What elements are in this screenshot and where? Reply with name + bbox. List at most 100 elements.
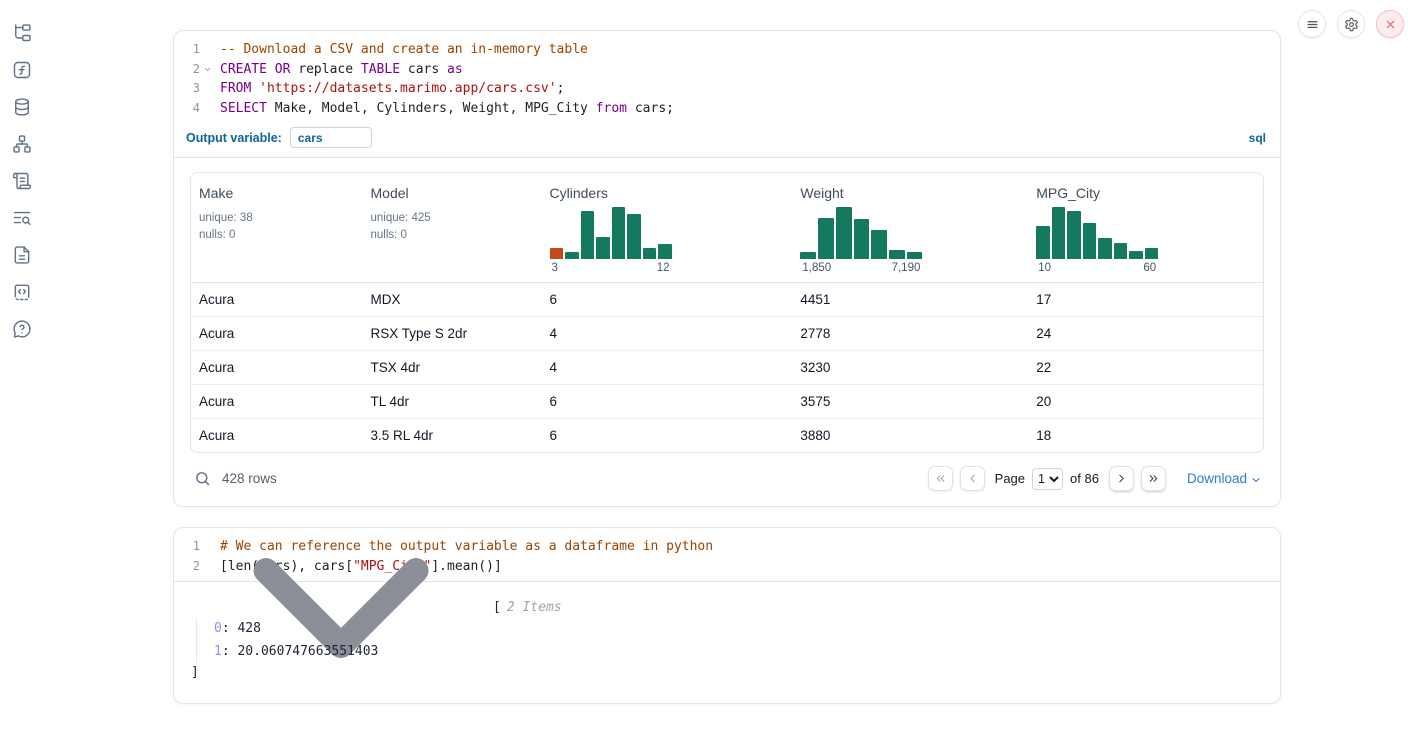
- column-header-model[interactable]: Modelunique: 425nulls: 0: [363, 173, 542, 283]
- column-header-cylinders[interactable]: Cylinders312: [542, 173, 793, 283]
- table-cell: 18: [1028, 419, 1263, 453]
- sidebar-documentation-button[interactable]: [12, 245, 32, 265]
- text-search-icon: [12, 208, 32, 228]
- sidebar-tracebacks-button[interactable]: [12, 208, 32, 228]
- search-icon[interactable]: [194, 470, 211, 487]
- column-stats: unique: 425nulls: 0: [371, 210, 534, 243]
- histogram-bar[interactable]: [581, 211, 595, 259]
- result-table-header: Makeunique: 38nulls: 0Modelunique: 425nu…: [191, 173, 1263, 283]
- histogram-bar[interactable]: [889, 250, 905, 259]
- table-row[interactable]: AcuraRSX Type S 2dr4277824: [191, 317, 1263, 351]
- function-square-icon: [12, 60, 32, 80]
- line-number: 1: [174, 40, 200, 60]
- histogram-bar[interactable]: [565, 252, 579, 259]
- table-cell: 4: [542, 351, 793, 385]
- page-select[interactable]: 1: [1032, 468, 1063, 490]
- histogram-bar[interactable]: [643, 248, 657, 259]
- histogram-bar[interactable]: [1114, 243, 1128, 259]
- histogram-bar[interactable]: [836, 207, 852, 259]
- next-page-button[interactable]: [1109, 466, 1134, 491]
- code-line: 2CREATE OR replace TABLE cars as: [174, 60, 1280, 80]
- column-name: MPG_City: [1036, 185, 1255, 201]
- first-page-button[interactable]: [928, 466, 953, 491]
- menu-icon: [1305, 17, 1320, 32]
- tree-root: [ 2 Items: [191, 597, 1264, 618]
- column-name: Weight: [800, 185, 1020, 201]
- settings-button[interactable]: [1337, 10, 1365, 38]
- histogram-bar[interactable]: [1067, 211, 1081, 259]
- notebook: 1-- Download a CSV and create an in-memo…: [173, 30, 1281, 704]
- code-line: 4SELECT Make, Model, Cylinders, Weight, …: [174, 99, 1280, 119]
- output-variable-row: Output variable: sql: [174, 123, 1280, 157]
- file-text-icon: [12, 245, 32, 265]
- histogram-bar[interactable]: [1036, 226, 1050, 259]
- sql-code-editor[interactable]: 1-- Download a CSV and create an in-memo…: [174, 31, 1280, 123]
- table-row[interactable]: AcuraMDX6445117: [191, 283, 1263, 317]
- histogram-bar[interactable]: [1083, 223, 1097, 259]
- table-cell: 3575: [792, 385, 1028, 419]
- file-tree-icon: [12, 23, 32, 43]
- table-cell: 4451: [792, 283, 1028, 317]
- histogram-bar[interactable]: [1052, 207, 1066, 259]
- column-header-mpg_city[interactable]: MPG_City 1060: [1028, 173, 1263, 283]
- table-cell: 4: [542, 317, 793, 351]
- column-header-make[interactable]: Makeunique: 38nulls: 0: [191, 173, 363, 283]
- histogram-bar[interactable]: [818, 218, 834, 259]
- shutdown-button[interactable]: [1376, 10, 1404, 38]
- line-number: 2: [174, 60, 200, 80]
- sidebar-files-button[interactable]: [12, 23, 32, 43]
- code-line: 3FROM 'https://datasets.marimo.app/cars.…: [174, 79, 1280, 99]
- sidebar-logs-button[interactable]: [12, 171, 32, 191]
- histogram-bar[interactable]: [550, 248, 564, 259]
- chevrons-right-icon: [1147, 472, 1160, 485]
- tree-open-bracket: [: [493, 600, 501, 615]
- histogram-bar[interactable]: [800, 252, 816, 259]
- output-variable-input[interactable]: [290, 127, 372, 148]
- sidebar-help-button[interactable]: [12, 319, 32, 339]
- column-histogram[interactable]: [1036, 207, 1158, 259]
- line-number: 3: [174, 79, 200, 99]
- column-histogram[interactable]: [800, 207, 922, 259]
- last-page-button[interactable]: [1141, 466, 1166, 491]
- scroll-text-icon: [12, 171, 32, 191]
- histogram-bar[interactable]: [871, 230, 887, 259]
- chevron-down-icon: [191, 527, 491, 704]
- code-line: 1-- Download a CSV and create an in-memo…: [174, 40, 1280, 60]
- fold-toggle[interactable]: [203, 65, 212, 74]
- histogram-bar[interactable]: [1129, 251, 1143, 259]
- table-cell: 17: [1028, 283, 1263, 317]
- histogram-bar[interactable]: [612, 207, 626, 259]
- tree-collapse-button[interactable]: [191, 527, 491, 704]
- previous-page-button[interactable]: [960, 466, 985, 491]
- pagination: Page 1 of 86 Download: [928, 466, 1262, 491]
- page-label: Page: [995, 471, 1025, 486]
- histogram-bar[interactable]: [627, 214, 641, 259]
- chevrons-left-icon: [934, 472, 947, 485]
- histogram-bar[interactable]: [907, 252, 923, 259]
- table-row[interactable]: Acura3.5 RL 4dr6388018: [191, 419, 1263, 453]
- table-cell: Acura: [191, 419, 363, 453]
- sidebar-variables-button[interactable]: [12, 60, 32, 80]
- histogram-bar[interactable]: [1145, 248, 1159, 259]
- sidebar-dependency-graph-button[interactable]: [12, 134, 32, 154]
- histogram-bar[interactable]: [658, 244, 672, 259]
- histogram-bar[interactable]: [854, 219, 870, 259]
- table-row[interactable]: AcuraTSX 4dr4323022: [191, 351, 1263, 385]
- help-bubble-icon: [12, 319, 32, 339]
- column-histogram[interactable]: [550, 207, 672, 259]
- histogram-axis: 1060: [1036, 262, 1158, 274]
- table-cell: Acura: [191, 317, 363, 351]
- download-button[interactable]: Download: [1187, 471, 1262, 486]
- topbar: [1298, 10, 1404, 38]
- code-text: SELECT Make, Model, Cylinders, Weight, M…: [200, 99, 674, 119]
- menu-button[interactable]: [1298, 10, 1326, 38]
- sidebar-snippets-button[interactable]: [12, 282, 32, 302]
- chevrons-left-icon: [934, 472, 947, 485]
- database-icon: [12, 97, 32, 117]
- sidebar-data-sources-button[interactable]: [12, 97, 32, 117]
- column-header-weight[interactable]: Weight1,8507,190: [792, 173, 1028, 283]
- histogram-bar[interactable]: [1098, 238, 1112, 259]
- row-count: 428 rows: [222, 471, 277, 486]
- histogram-bar[interactable]: [596, 237, 610, 259]
- table-row[interactable]: AcuraTL 4dr6357520: [191, 385, 1263, 419]
